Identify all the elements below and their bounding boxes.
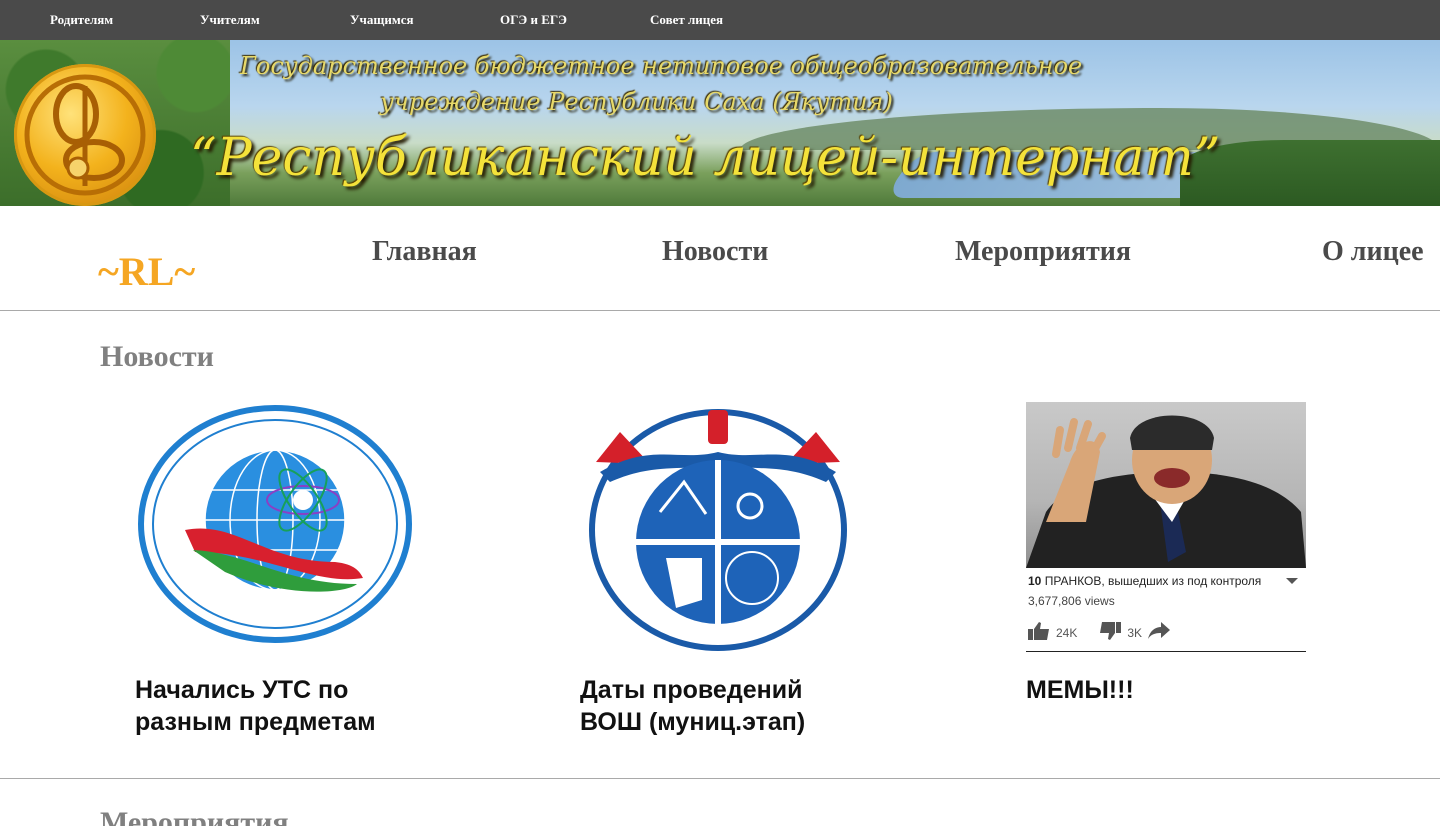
- video-frame: [1026, 402, 1306, 568]
- topbar-link-exams[interactable]: ОГЭ и ЕГЭ: [500, 12, 567, 28]
- news-card[interactable]: 10 ПРАНКОВ, вышедших из под контроля 3,6…: [1026, 402, 1306, 706]
- topbar-link-parents[interactable]: Родителям: [50, 12, 113, 28]
- dislikes-count: 3K: [1127, 625, 1143, 640]
- academy-logo-image[interactable]: [135, 402, 415, 652]
- news-card-headline[interactable]: Даты проведений ВОШ (муниц.этап): [580, 674, 860, 738]
- news-card[interactable]: Даты проведений ВОШ (муниц.этап): [580, 402, 860, 738]
- news-card[interactable]: Начались УТС по разным предметам: [135, 402, 415, 738]
- olympiad-logo-icon: [589, 409, 847, 651]
- banner-title: “Республиканский лицей-интернат”: [190, 128, 1221, 188]
- nav-item-about[interactable]: О лицее: [1322, 236, 1424, 268]
- header-banner: Государственное бюджетное нетиповое обще…: [0, 40, 1440, 206]
- chevron-down-icon[interactable]: [1286, 578, 1298, 584]
- video-stats: 24K 3K: [1028, 622, 1171, 643]
- olympiad-logo-image[interactable]: [580, 402, 860, 652]
- video-title: 10 ПРАНКОВ, вышедших из под контроля: [1028, 574, 1262, 588]
- academy-logo-icon: [138, 405, 412, 643]
- thumbs-down-icon[interactable]: [1099, 622, 1122, 643]
- top-utility-bar: Родителям Учителям Учащимся ОГЭ и ЕГЭ Со…: [0, 0, 1440, 40]
- topbar-link-council[interactable]: Совет лицея: [650, 12, 723, 28]
- events-section-title: Мероприятия: [100, 806, 289, 826]
- video-views: 3,677,806 views: [1028, 594, 1115, 608]
- news-card-headline[interactable]: Начались УТС по разным предметам: [135, 674, 415, 738]
- news-section-title: Новости: [100, 340, 214, 373]
- main-navigation: ~RL~ Главная Новости Мероприятия О лицее: [0, 206, 1440, 311]
- video-thumbnail[interactable]: 10 ПРАНКОВ, вышедших из под контроля 3,6…: [1026, 402, 1306, 652]
- section-divider: [0, 778, 1440, 779]
- likes-count: 24K: [1056, 625, 1078, 640]
- topbar-link-teachers[interactable]: Учителям: [200, 12, 260, 28]
- news-card-headline[interactable]: МЕМЫ!!!: [1026, 674, 1306, 706]
- banner-line-2: учреждение Республики Саха (Якутия): [380, 88, 893, 116]
- site-logo[interactable]: ~RL~: [98, 248, 195, 295]
- share-icon[interactable]: [1148, 622, 1171, 643]
- nav-item-home[interactable]: Главная: [372, 236, 477, 268]
- thumbs-up-icon[interactable]: [1028, 622, 1050, 643]
- lyceum-emblem-icon: [14, 64, 156, 206]
- topbar-link-students[interactable]: Учащимся: [350, 12, 414, 28]
- nav-item-events[interactable]: Мероприятия: [955, 236, 1131, 268]
- nav-item-news[interactable]: Новости: [662, 236, 768, 268]
- banner-line-1: Государственное бюджетное нетиповое обще…: [240, 52, 1083, 80]
